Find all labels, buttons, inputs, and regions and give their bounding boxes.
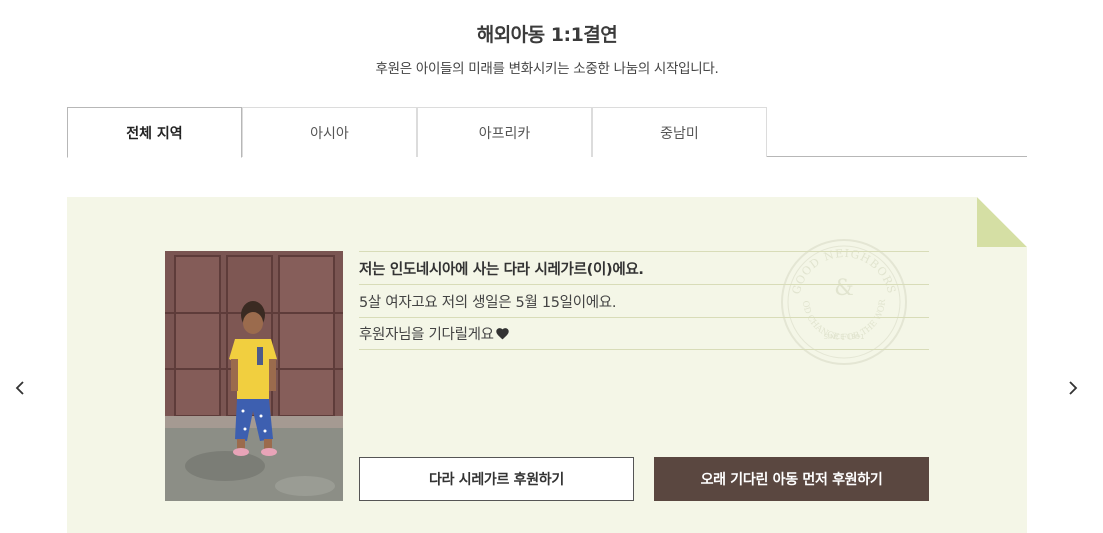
region-tabs: 전체 지역 아시아 아프리카 중남미 — [67, 107, 1027, 158]
tab-latin-america[interactable]: 중남미 — [592, 107, 767, 157]
sponsor-waiting-child-button[interactable]: 오래 기다린 아동 먼저 후원하기 — [654, 457, 929, 501]
chevron-right-icon[interactable] — [1066, 377, 1080, 399]
child-card: GOOD NEIGHBORS GOOD CHANGE FOR THE WORLD… — [67, 197, 1027, 533]
child-message-row: 후원자님을 기다릴게요 — [359, 317, 929, 350]
sponsor-child-button[interactable]: 다라 시레가르 후원하기 — [359, 457, 634, 501]
tab-africa[interactable]: 아프리카 — [417, 107, 592, 157]
chevron-left-icon[interactable] — [13, 377, 27, 399]
child-message: 후원자님을 기다릴게요 — [359, 327, 494, 343]
heart-icon — [496, 328, 509, 340]
page-title: 해외아동 1:1결연 — [476, 24, 618, 46]
corner-fold — [977, 197, 1027, 247]
child-photo — [165, 251, 343, 501]
child-details: 5살 여자고요 저의 생일은 5월 15일이에요. — [359, 284, 929, 317]
page-subtitle: 후원은 아이들의 미래를 변화시키는 소중한 나눔의 시작입니다. — [375, 61, 719, 77]
child-intro: 저는 인도네시아에 사는 다라 시레가르(이)에요. — [359, 251, 929, 284]
tab-all-regions[interactable]: 전체 지역 — [67, 107, 242, 158]
tab-asia[interactable]: 아시아 — [242, 107, 417, 157]
child-info: 저는 인도네시아에 사는 다라 시레가르(이)에요. 5살 여자고요 저의 생일… — [359, 251, 929, 350]
